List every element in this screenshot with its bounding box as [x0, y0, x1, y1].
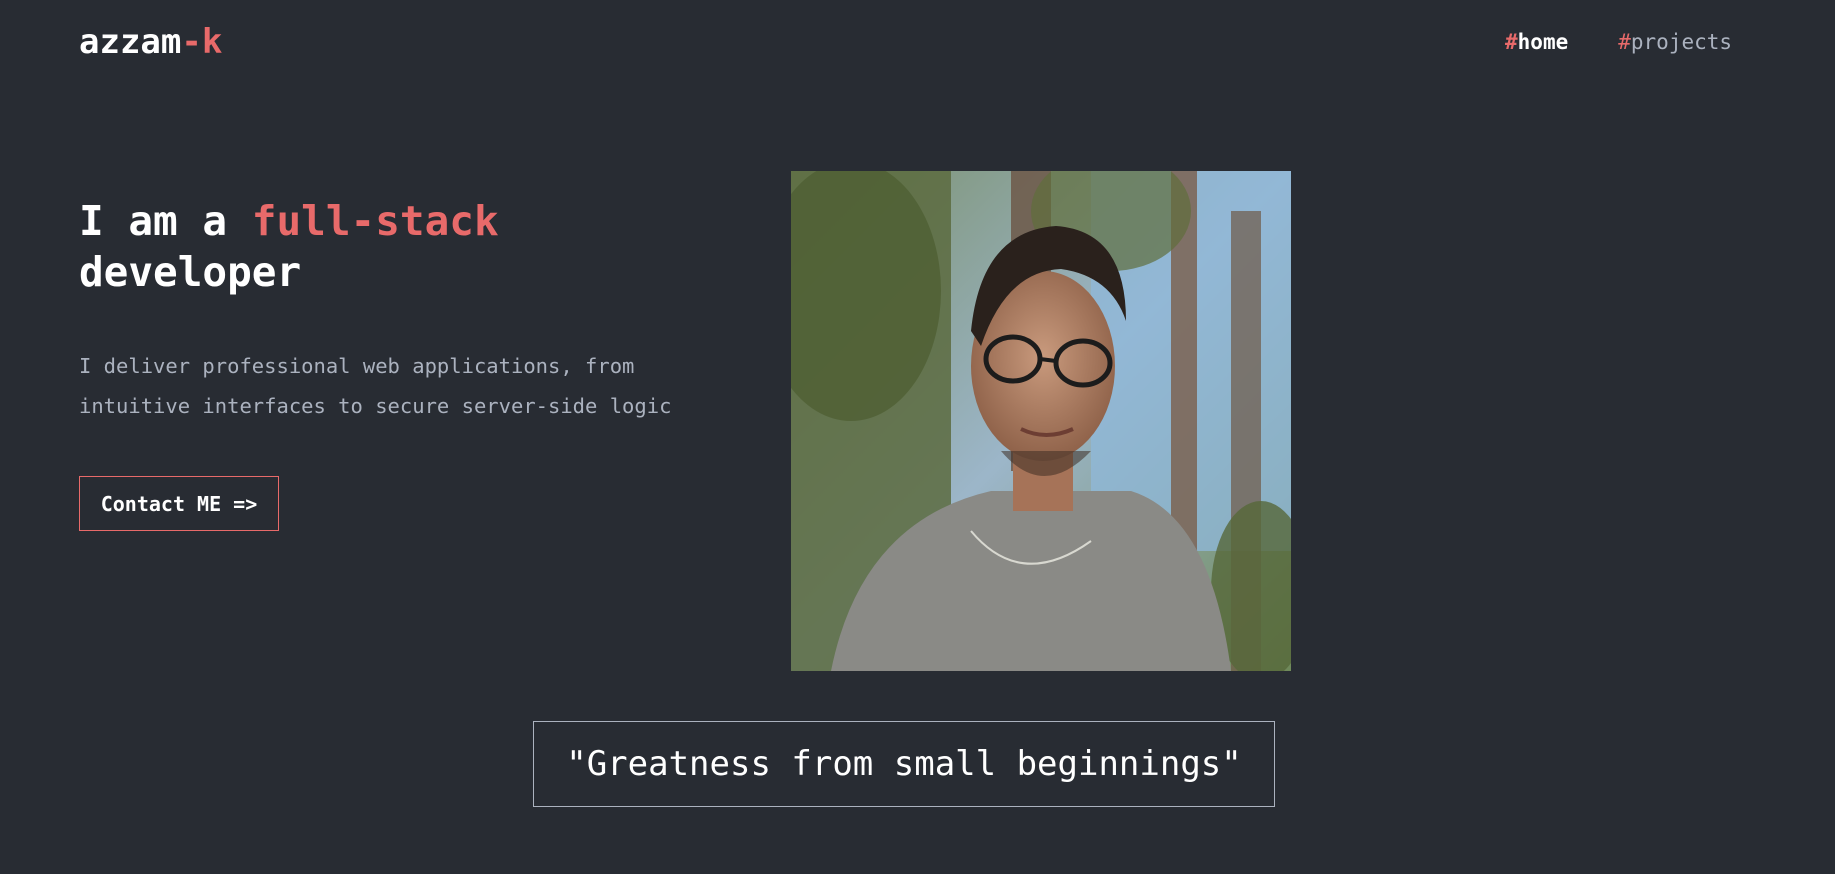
nav-link-projects[interactable]: #projects [1618, 30, 1732, 54]
headline-suffix: developer [79, 248, 302, 296]
site-logo[interactable]: azzam-k [79, 22, 222, 62]
hero-headline: I am a full-stack developer [79, 196, 499, 298]
nav-hash: # [1505, 30, 1518, 54]
nav-link-home[interactable]: #home [1505, 30, 1568, 54]
headline-prefix: I am a [79, 197, 252, 245]
main-nav: #home #projects [1505, 30, 1732, 54]
quote-box: "Greatness from small beginnings" [533, 721, 1275, 807]
nav-label-home: home [1517, 30, 1569, 54]
nav-label-projects: projects [1630, 30, 1733, 54]
contact-me-button[interactable]: Contact ME => [79, 476, 279, 531]
hero-description: I deliver professional web applications,… [79, 346, 719, 426]
logo-accent: -k [181, 22, 223, 62]
quote-text: "Greatness from small beginnings" [566, 744, 1242, 784]
description-line-1: I deliver professional web applications,… [79, 354, 635, 378]
profile-photo [791, 171, 1291, 671]
headline-accent: full-stack [251, 197, 499, 245]
logo-main: azzam [79, 22, 182, 62]
nav-hash: # [1618, 30, 1631, 54]
description-line-2: intuitive interfaces to secure server-si… [79, 394, 672, 418]
